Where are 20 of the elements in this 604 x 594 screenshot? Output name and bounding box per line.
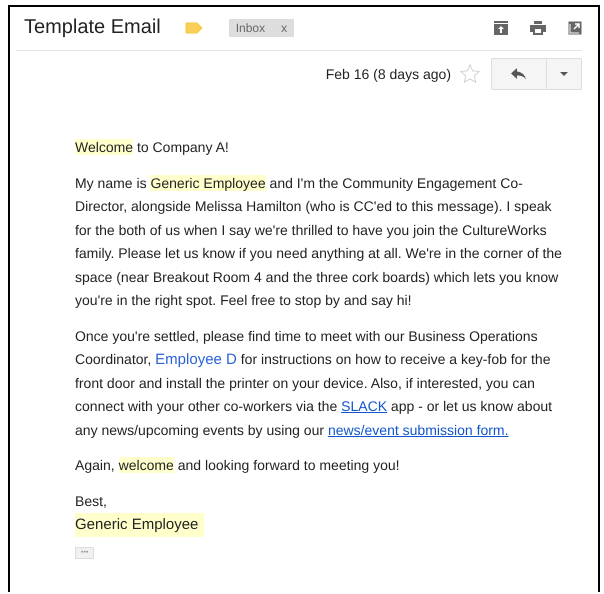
message-paragraph: Again, welcome and looking forward to meeting you!	[75, 456, 401, 475]
archive-icon[interactable]	[494, 20, 508, 34]
reply-icon	[511, 68, 527, 80]
star-icon[interactable]	[459, 63, 481, 85]
print-icon[interactable]	[530, 20, 546, 34]
reply-button[interactable]	[491, 58, 547, 90]
message-paragraph: Welcome to Company A!	[75, 138, 230, 157]
caret-icon	[560, 72, 568, 76]
contact-link[interactable]: Employee D	[155, 351, 237, 368]
signature-name: Generic Employee	[75, 513, 204, 536]
email-subject: Template Email	[24, 16, 161, 39]
new-window-icon[interactable]	[568, 20, 582, 34]
label-text: Inbox	[236, 20, 266, 34]
text-link[interactable]: news/event submission form.	[328, 422, 508, 438]
signoff-text: Best,	[75, 492, 108, 510]
text-link[interactable]: SLACK	[341, 398, 388, 414]
message-date: Feb 16 (8 days ago)	[326, 66, 451, 82]
message-paragraph: My name is Generic Employee and I'm the Community Engagement Co-Director, alongside Melissa Hamilton (who is CC'ed to this message). I speak for the both of us when I say we're thrilled to have you join the CultureWorks family. Please let us know if you need anything at all. We're in the corner of the space (near Breakout Room 4 and the three cork boards) which lets you know you're in the right spot. Feel free to stop by and say hi!	[75, 174, 563, 310]
remove-label-button[interactable]: x	[281, 20, 288, 34]
message-paragraph: Once you're settled, please find time to meet with our Business Operations Coordinator, Employee D for instructions on how to receive a key-fob for the front door and install the printer on your device. Also, if interested, you can connect with your other co-workers via the SLACK app - or let us know about any news/upcoming events by using our news/event submission form.	[75, 326, 554, 440]
